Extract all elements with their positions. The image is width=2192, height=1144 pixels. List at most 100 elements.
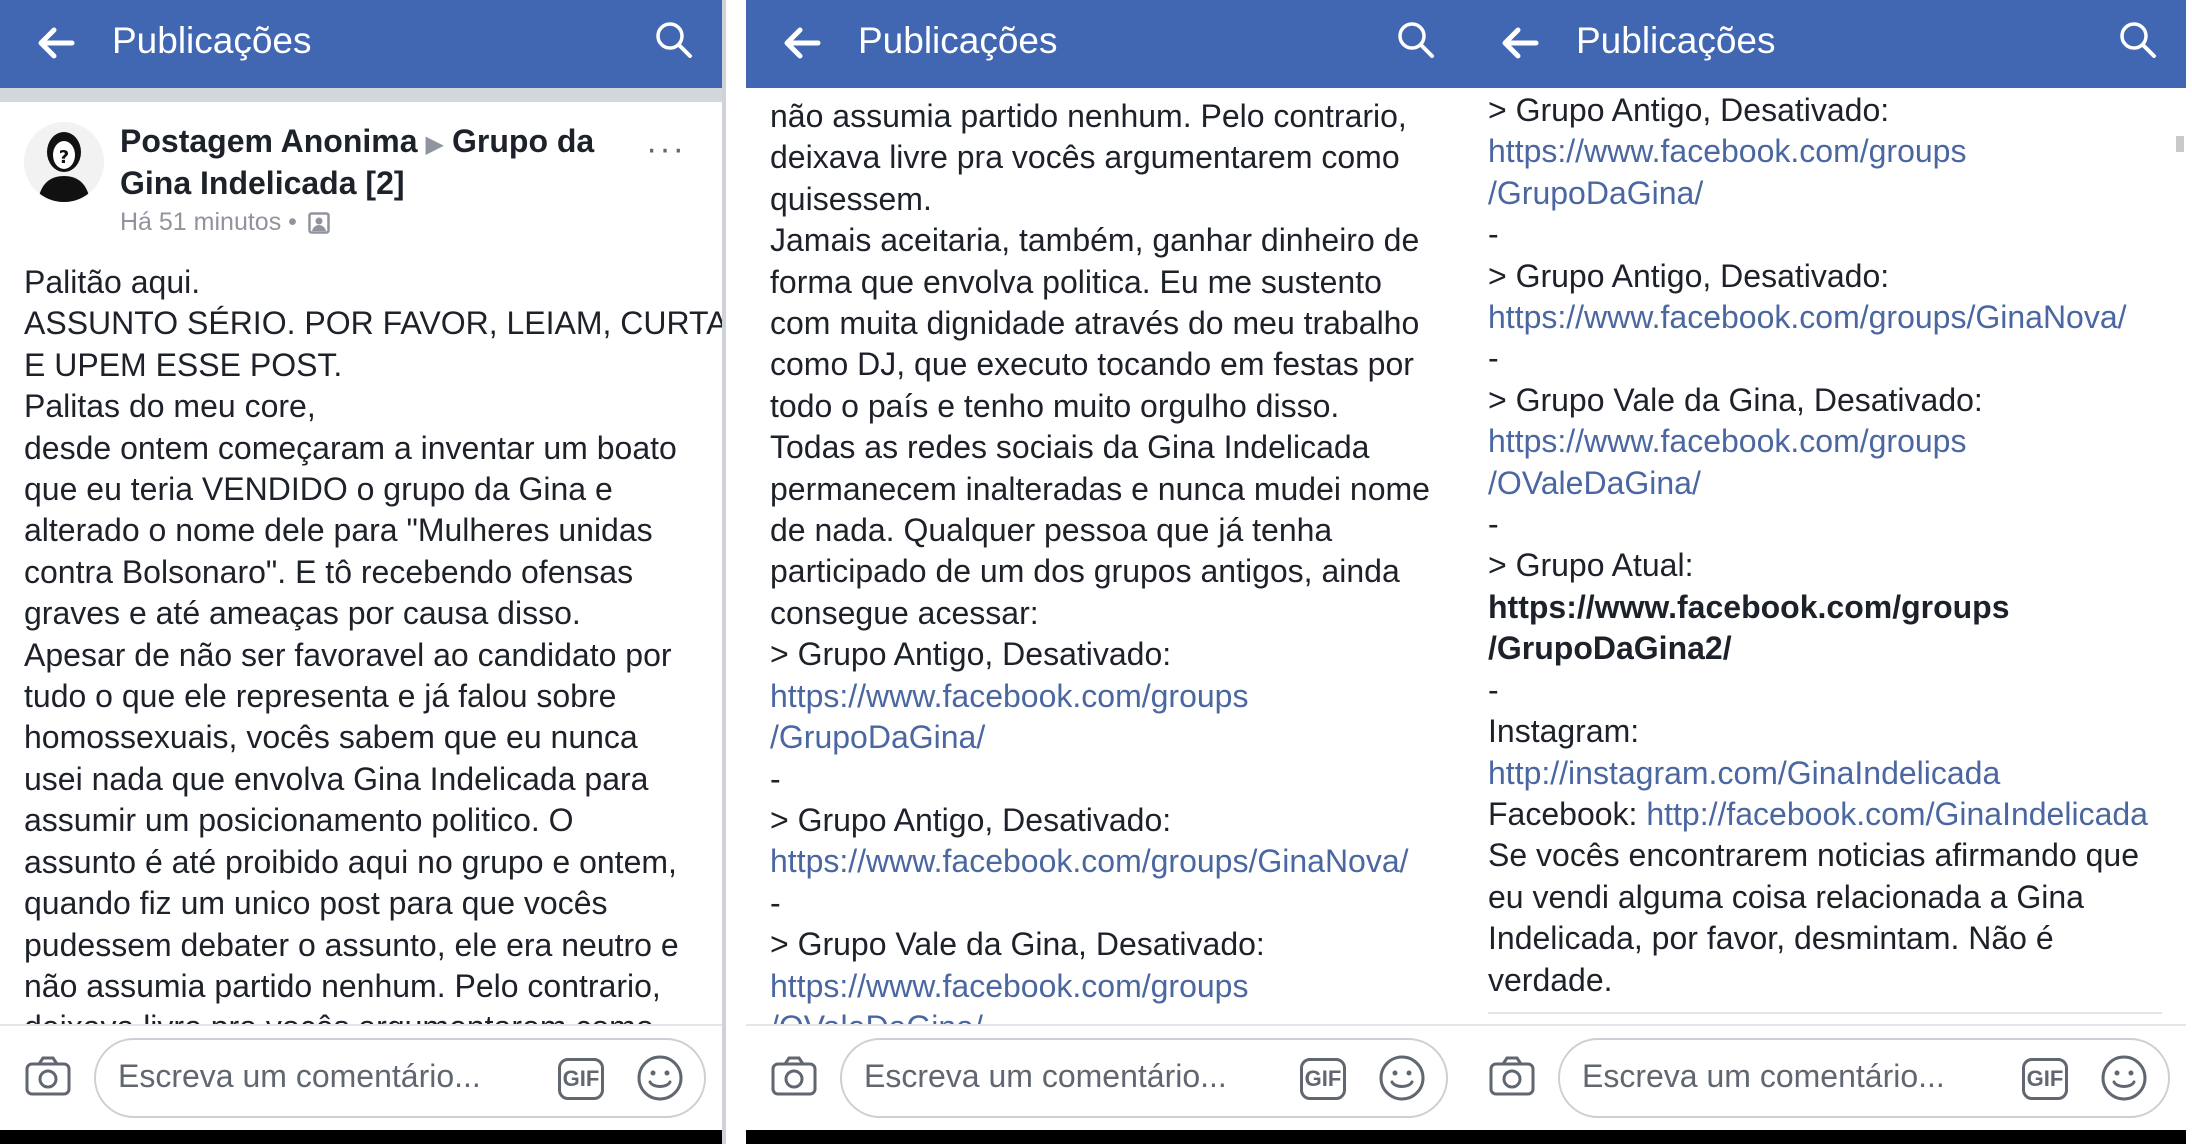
right-edge: [2186, 0, 2192, 1144]
panel-1: Publicações ? Postagem Anonima ▶ Grupo da …: [0, 0, 722, 1144]
post-text-line: assunto é até proibido aqui no grupo e o…: [24, 843, 677, 880]
link-vale-da-gina-cont[interactable]: /OValeDaGina/: [1488, 463, 2148, 504]
separator-dash: -: [1488, 506, 1499, 543]
post-text-line: Todas as redes sociais da Gina Indelicad…: [770, 429, 1370, 466]
instagram-link[interactable]: http://instagram.com/GinaIndelicada: [1488, 753, 2148, 794]
page-title: Publicações: [858, 20, 1058, 61]
camera-icon[interactable]: [770, 1054, 818, 1098]
label-grupo-antigo: > Grupo Antigo, Desativado:: [1488, 92, 1890, 128]
label-grupo-atual: > Grupo Atual:: [1488, 547, 1694, 584]
panel-3: > Grupo Antigo, Desativado: https://www.…: [1464, 0, 2186, 1144]
post-text-line: forma que envolva politica. Eu me susten…: [770, 263, 1382, 300]
svg-text:?: ?: [59, 147, 69, 168]
top-bar: Publicações: [1464, 0, 2186, 88]
comment-input[interactable]: Escreva um comentário... GIF: [840, 1038, 1448, 1118]
facebook-link[interactable]: http://facebook.com/GinaIndelicada: [1646, 796, 2148, 832]
emoji-icon[interactable]: [1378, 1054, 1426, 1102]
link-vale-da-gina[interactable]: https://www.facebook.com/groups: [1488, 421, 2148, 462]
label-grupo-antigo-2: > Grupo Antigo, Desativado:: [1488, 257, 1890, 294]
comment-placeholder: Escreva um comentário...: [118, 1058, 481, 1094]
emoji-icon[interactable]: [636, 1054, 684, 1102]
back-arrow-icon[interactable]: [1498, 22, 1540, 64]
post-text-line: graves e até ameaças por causa disso.: [24, 595, 581, 632]
back-arrow-icon[interactable]: [34, 22, 76, 64]
link-gina-nova[interactable]: https://www.facebook.com/groups/GinaNova…: [1488, 297, 2148, 338]
post-time[interactable]: Há 51 minutos: [120, 208, 281, 236]
post-text-line: Se vocês encontrarem noticias afirmando …: [1488, 837, 2140, 874]
separator-dash: -: [1488, 340, 1499, 377]
scrollbar[interactable]: [2176, 136, 2184, 152]
post-text-line: quando fiz um unico post para que vocês: [24, 885, 608, 922]
comment-input[interactable]: Escreva um comentário... GIF: [94, 1038, 706, 1118]
post-text-line: participado de um dos grupos antigos, ai…: [770, 553, 1400, 590]
post-text-line: alterado o nome dele para "Mulheres unid…: [24, 512, 653, 549]
anonymous-avatar-icon: ?: [24, 122, 104, 202]
post-body: Palitão aqui. ASSUNTO SÉRIO. POR FAVOR, L…: [24, 262, 722, 1049]
search-icon[interactable]: [1396, 20, 1436, 60]
more-options-icon[interactable]: ···: [646, 130, 686, 169]
post-text-line: todo o país e tenho muito orgulho disso.: [770, 387, 1340, 424]
link-grupo-atual-cont[interactable]: /GrupoDaGina2/: [1488, 628, 2148, 669]
author-name[interactable]: Postagem Anonima: [120, 123, 418, 159]
post-text-line: quisessem.: [770, 180, 932, 217]
comment-input[interactable]: Escreva um comentário... GIF: [1558, 1038, 2170, 1118]
post-text-line: consegue acessar:: [770, 594, 1039, 631]
post-text-line: de nada. Qualquer pessoa que já tenha: [770, 512, 1333, 549]
post-text-line: pudessem debater o assunto, ele era neut…: [24, 926, 679, 963]
post-body-end: > Grupo Antigo, Desativado: https://www.…: [1488, 90, 2148, 1001]
link-grupo-da-gina[interactable]: https://www.facebook.com/groups: [770, 676, 1430, 717]
separator-dash: -: [1488, 671, 1499, 708]
post-author-line[interactable]: Postagem Anonima ▶ Grupo da Gina Indelicad…: [120, 122, 640, 202]
post-text-line: não assumia partido nenhum. Pelo contrar…: [770, 98, 1407, 134]
link-grupo-atual[interactable]: https://www.facebook.com/groups: [1488, 587, 2148, 628]
page-title: Publicações: [1576, 20, 1776, 61]
post-text-line: Apesar de não ser favoravel ao candidato…: [24, 636, 672, 673]
post-text-line: E UPEM ESSE POST.: [24, 346, 343, 383]
post-text-line: não assumia partido nenhum. Pelo contrar…: [24, 967, 661, 1004]
back-arrow-icon[interactable]: [780, 22, 822, 64]
emoji-icon[interactable]: [2100, 1054, 2148, 1102]
post-text-line: com muita dignidade através do meu traba…: [770, 305, 1420, 342]
post-text-line: Palitão aqui.: [24, 264, 201, 300]
post-text-line: Indelicada, por favor, desmintam. Não é: [1488, 920, 2054, 957]
group-privacy-icon: [308, 212, 330, 235]
link-grupo-da-gina-cont[interactable]: /GrupoDaGina/: [770, 717, 1430, 758]
camera-icon[interactable]: [1488, 1054, 1536, 1098]
label-grupo-vale: > Grupo Vale da Gina, Desativado:: [770, 926, 1265, 963]
label-grupo-antigo: > Grupo Antigo, Desativado:: [770, 801, 1172, 838]
post-text-line: como DJ, que executo tocando em festas p…: [770, 346, 1414, 383]
top-bar: Publicações: [746, 0, 1464, 88]
facebook-label: Facebook:: [1488, 795, 1647, 832]
instagram-label: Instagram:: [1488, 713, 1640, 750]
comment-bar: Escreva um comentário... GIF: [0, 1024, 722, 1130]
post-text-line: que eu teria VENDIDO o grupo da Gina e: [24, 471, 613, 508]
post-text-line: ASSUNTO SÉRIO. POR FAVOR, LEIAM, CURTAM: [24, 305, 722, 342]
divider: [0, 88, 722, 102]
post-meta: Há 51 minutos •: [120, 208, 330, 237]
search-icon[interactable]: [2118, 20, 2158, 60]
separator-dash: -: [770, 760, 781, 797]
nav-bar-edge: [746, 1130, 1464, 1144]
link-gina-nova[interactable]: https://www.facebook.com/groups/GinaNova…: [770, 841, 1430, 882]
post-text-line: homossexuais, vocês sabem que eu nunca: [24, 719, 638, 756]
link-vale-da-gina[interactable]: https://www.facebook.com/groups: [770, 966, 1430, 1007]
post-text-line: Palitas do meu core,: [24, 388, 316, 425]
post-text-line: eu vendi alguma coisa relacionada a Gina: [1488, 878, 2084, 915]
post-text-line: usei nada que envolva Gina Indelicada pa…: [24, 760, 649, 797]
gif-button[interactable]: GIF: [558, 1058, 604, 1100]
comment-bar: Escreva um comentário... GIF: [1464, 1024, 2186, 1130]
gif-button[interactable]: GIF: [1300, 1058, 1346, 1100]
gif-button[interactable]: GIF: [2022, 1058, 2068, 1100]
post-text-line: deixava livre pra vocês argumentarem com…: [770, 139, 1400, 176]
separator-dash: -: [1488, 216, 1499, 253]
link-grupo-da-gina[interactable]: https://www.facebook.com/groups: [1488, 131, 2148, 172]
panel-2: não assumia partido nenhum. Pelo contrar…: [746, 0, 1464, 1144]
post-body-continued: não assumia partido nenhum. Pelo contrar…: [770, 96, 1430, 1048]
post-text-line: desde ontem começaram a inventar um boat…: [24, 429, 677, 466]
avatar[interactable]: ?: [24, 122, 104, 202]
camera-icon[interactable]: [24, 1054, 72, 1098]
comment-placeholder: Escreva um comentário...: [864, 1058, 1227, 1094]
search-icon[interactable]: [654, 20, 694, 60]
link-grupo-da-gina-cont[interactable]: /GrupoDaGina/: [1488, 173, 2148, 214]
facebook-line: Facebook: http://facebook.com/GinaIndeli…: [1488, 794, 2148, 835]
